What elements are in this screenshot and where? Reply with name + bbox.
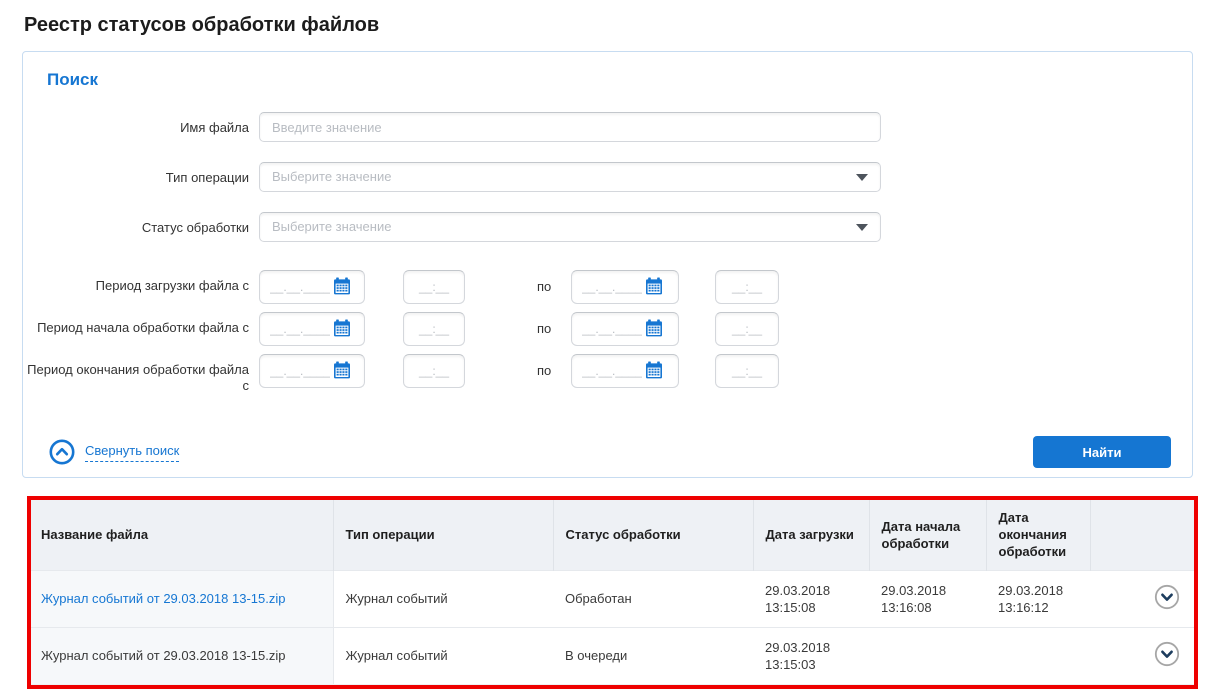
- operation-type-placeholder: Выберите значение: [260, 163, 880, 191]
- operation-type-select[interactable]: Выберите значение: [259, 162, 881, 192]
- processing-start-to-time-box: [715, 312, 779, 346]
- cell-upload-date: 29.03.2018 13:15:03: [753, 627, 869, 684]
- upload-period-to-date-input[interactable]: [572, 280, 642, 294]
- calendar-icon[interactable]: [332, 361, 352, 381]
- calendar-icon[interactable]: [644, 361, 664, 381]
- column-header-processing-status: Статус обработки: [553, 500, 753, 570]
- search-panel-title: Поиск: [47, 70, 1192, 90]
- processing-start-period-label: Период начала обработки файла с: [23, 312, 249, 336]
- processing-end-from-time-input[interactable]: [404, 355, 464, 387]
- cell-file-name: Журнал событий от 29.03.2018 13-15.zip: [31, 627, 333, 684]
- file-name-field-box: [259, 112, 881, 142]
- processing-end-from-date-box: [259, 354, 365, 388]
- cell-expand: [1090, 627, 1194, 684]
- processing-start-from-date-box: [259, 312, 365, 346]
- to-label: по: [537, 270, 555, 294]
- cell-file-name: Журнал событий от 29.03.2018 13-15.zip: [31, 570, 333, 627]
- form-row-file-name: Имя файла: [23, 112, 1192, 142]
- processing-start-to-time-input[interactable]: [716, 313, 778, 345]
- page-title: Реестр статусов обработки файлов: [24, 14, 1215, 37]
- column-header-operation-type: Тип операции: [333, 500, 553, 570]
- table-row: Журнал событий от 29.03.2018 13-15.zip Ж…: [31, 627, 1194, 684]
- processing-end-period-label: Период окончания обработки файла с: [23, 354, 249, 394]
- upload-period-from-date-input[interactable]: [260, 280, 330, 294]
- file-name-label: Имя файла: [23, 112, 249, 136]
- search-panel: Поиск Имя файла Тип операции Выберите зн…: [22, 51, 1193, 478]
- upload-period-to-time-box: [715, 270, 779, 304]
- column-header-file-name: Название файла: [31, 500, 333, 570]
- results-table-highlight: Название файла Тип операции Статус обраб…: [27, 496, 1198, 689]
- processing-end-from-time-box: [403, 354, 465, 388]
- cell-processing-end-date: 29.03.2018 13:16:12: [986, 570, 1090, 627]
- chevron-down-circle-icon: [1154, 641, 1180, 667]
- upload-period-from-date-box: [259, 270, 365, 304]
- form-row-operation-type: Тип операции Выберите значение: [23, 162, 1192, 192]
- cell-processing-start-date: [869, 627, 986, 684]
- cell-processing-status: В очереди: [553, 627, 753, 684]
- expand-row-button[interactable]: [1154, 584, 1180, 610]
- processing-status-placeholder: Выберите значение: [260, 213, 880, 241]
- collapse-search-link[interactable]: Свернуть поиск: [85, 443, 179, 462]
- chevron-up-circle-icon[interactable]: [49, 439, 75, 465]
- table-row: Журнал событий от 29.03.2018 13-15.zip Ж…: [31, 570, 1194, 627]
- processing-start-to-date-input[interactable]: [572, 322, 642, 336]
- upload-period-to-time-input[interactable]: [716, 271, 778, 303]
- calendar-icon[interactable]: [644, 319, 664, 339]
- to-label: по: [537, 354, 555, 378]
- processing-status-select[interactable]: Выберите значение: [259, 212, 881, 242]
- operation-type-label: Тип операции: [23, 162, 249, 186]
- to-label: по: [537, 312, 555, 336]
- cell-processing-end-date: [986, 627, 1090, 684]
- processing-end-to-time-input[interactable]: [716, 355, 778, 387]
- column-header-actions: [1090, 500, 1194, 570]
- upload-period-to-date-box: [571, 270, 679, 304]
- results-table: Название файла Тип операции Статус обраб…: [31, 500, 1194, 685]
- form-row-processing-end-period: Период окончания обработки файла с по: [23, 354, 1192, 394]
- processing-start-from-date-input[interactable]: [260, 322, 330, 336]
- upload-period-from-time-box: [403, 270, 465, 304]
- upload-period-label: Период загрузки файла с: [23, 270, 249, 294]
- cell-upload-date: 29.03.2018 13:15:08: [753, 570, 869, 627]
- calendar-icon[interactable]: [332, 277, 352, 297]
- processing-start-from-time-input[interactable]: [404, 313, 464, 345]
- processing-end-to-date-box: [571, 354, 679, 388]
- form-row-processing-status: Статус обработки Выберите значение: [23, 212, 1192, 242]
- processing-start-from-time-box: [403, 312, 465, 346]
- cell-operation-type: Журнал событий: [333, 570, 553, 627]
- processing-end-to-date-input[interactable]: [572, 364, 642, 378]
- expand-row-button[interactable]: [1154, 641, 1180, 667]
- find-button[interactable]: Найти: [1033, 436, 1171, 468]
- collapse-search-control[interactable]: Свернуть поиск: [49, 439, 179, 465]
- cell-operation-type: Журнал событий: [333, 627, 553, 684]
- form-row-processing-start-period: Период начала обработки файла с по: [23, 312, 1192, 346]
- file-name-link[interactable]: Журнал событий от 29.03.2018 13-15.zip: [41, 591, 285, 606]
- form-row-upload-period: Период загрузки файла с по: [23, 270, 1192, 304]
- column-header-processing-start-date: Дата начала обработки: [869, 500, 986, 570]
- processing-end-from-date-input[interactable]: [260, 364, 330, 378]
- processing-start-to-date-box: [571, 312, 679, 346]
- search-footer: Свернуть поиск Найти: [23, 436, 1192, 468]
- chevron-down-icon: [856, 224, 868, 231]
- upload-period-from-time-input[interactable]: [404, 271, 464, 303]
- processing-end-to-time-box: [715, 354, 779, 388]
- cell-processing-status: Обработан: [553, 570, 753, 627]
- calendar-icon[interactable]: [332, 319, 352, 339]
- table-header-row: Название файла Тип операции Статус обраб…: [31, 500, 1194, 570]
- column-header-upload-date: Дата загрузки: [753, 500, 869, 570]
- file-name-input[interactable]: [260, 113, 880, 141]
- cell-processing-start-date: 29.03.2018 13:16:08: [869, 570, 986, 627]
- column-header-processing-end-date: Дата окончания обработки: [986, 500, 1090, 570]
- chevron-down-icon: [856, 174, 868, 181]
- processing-status-label: Статус обработки: [23, 212, 249, 236]
- calendar-icon[interactable]: [644, 277, 664, 297]
- chevron-down-circle-icon: [1154, 584, 1180, 610]
- cell-expand: [1090, 570, 1194, 627]
